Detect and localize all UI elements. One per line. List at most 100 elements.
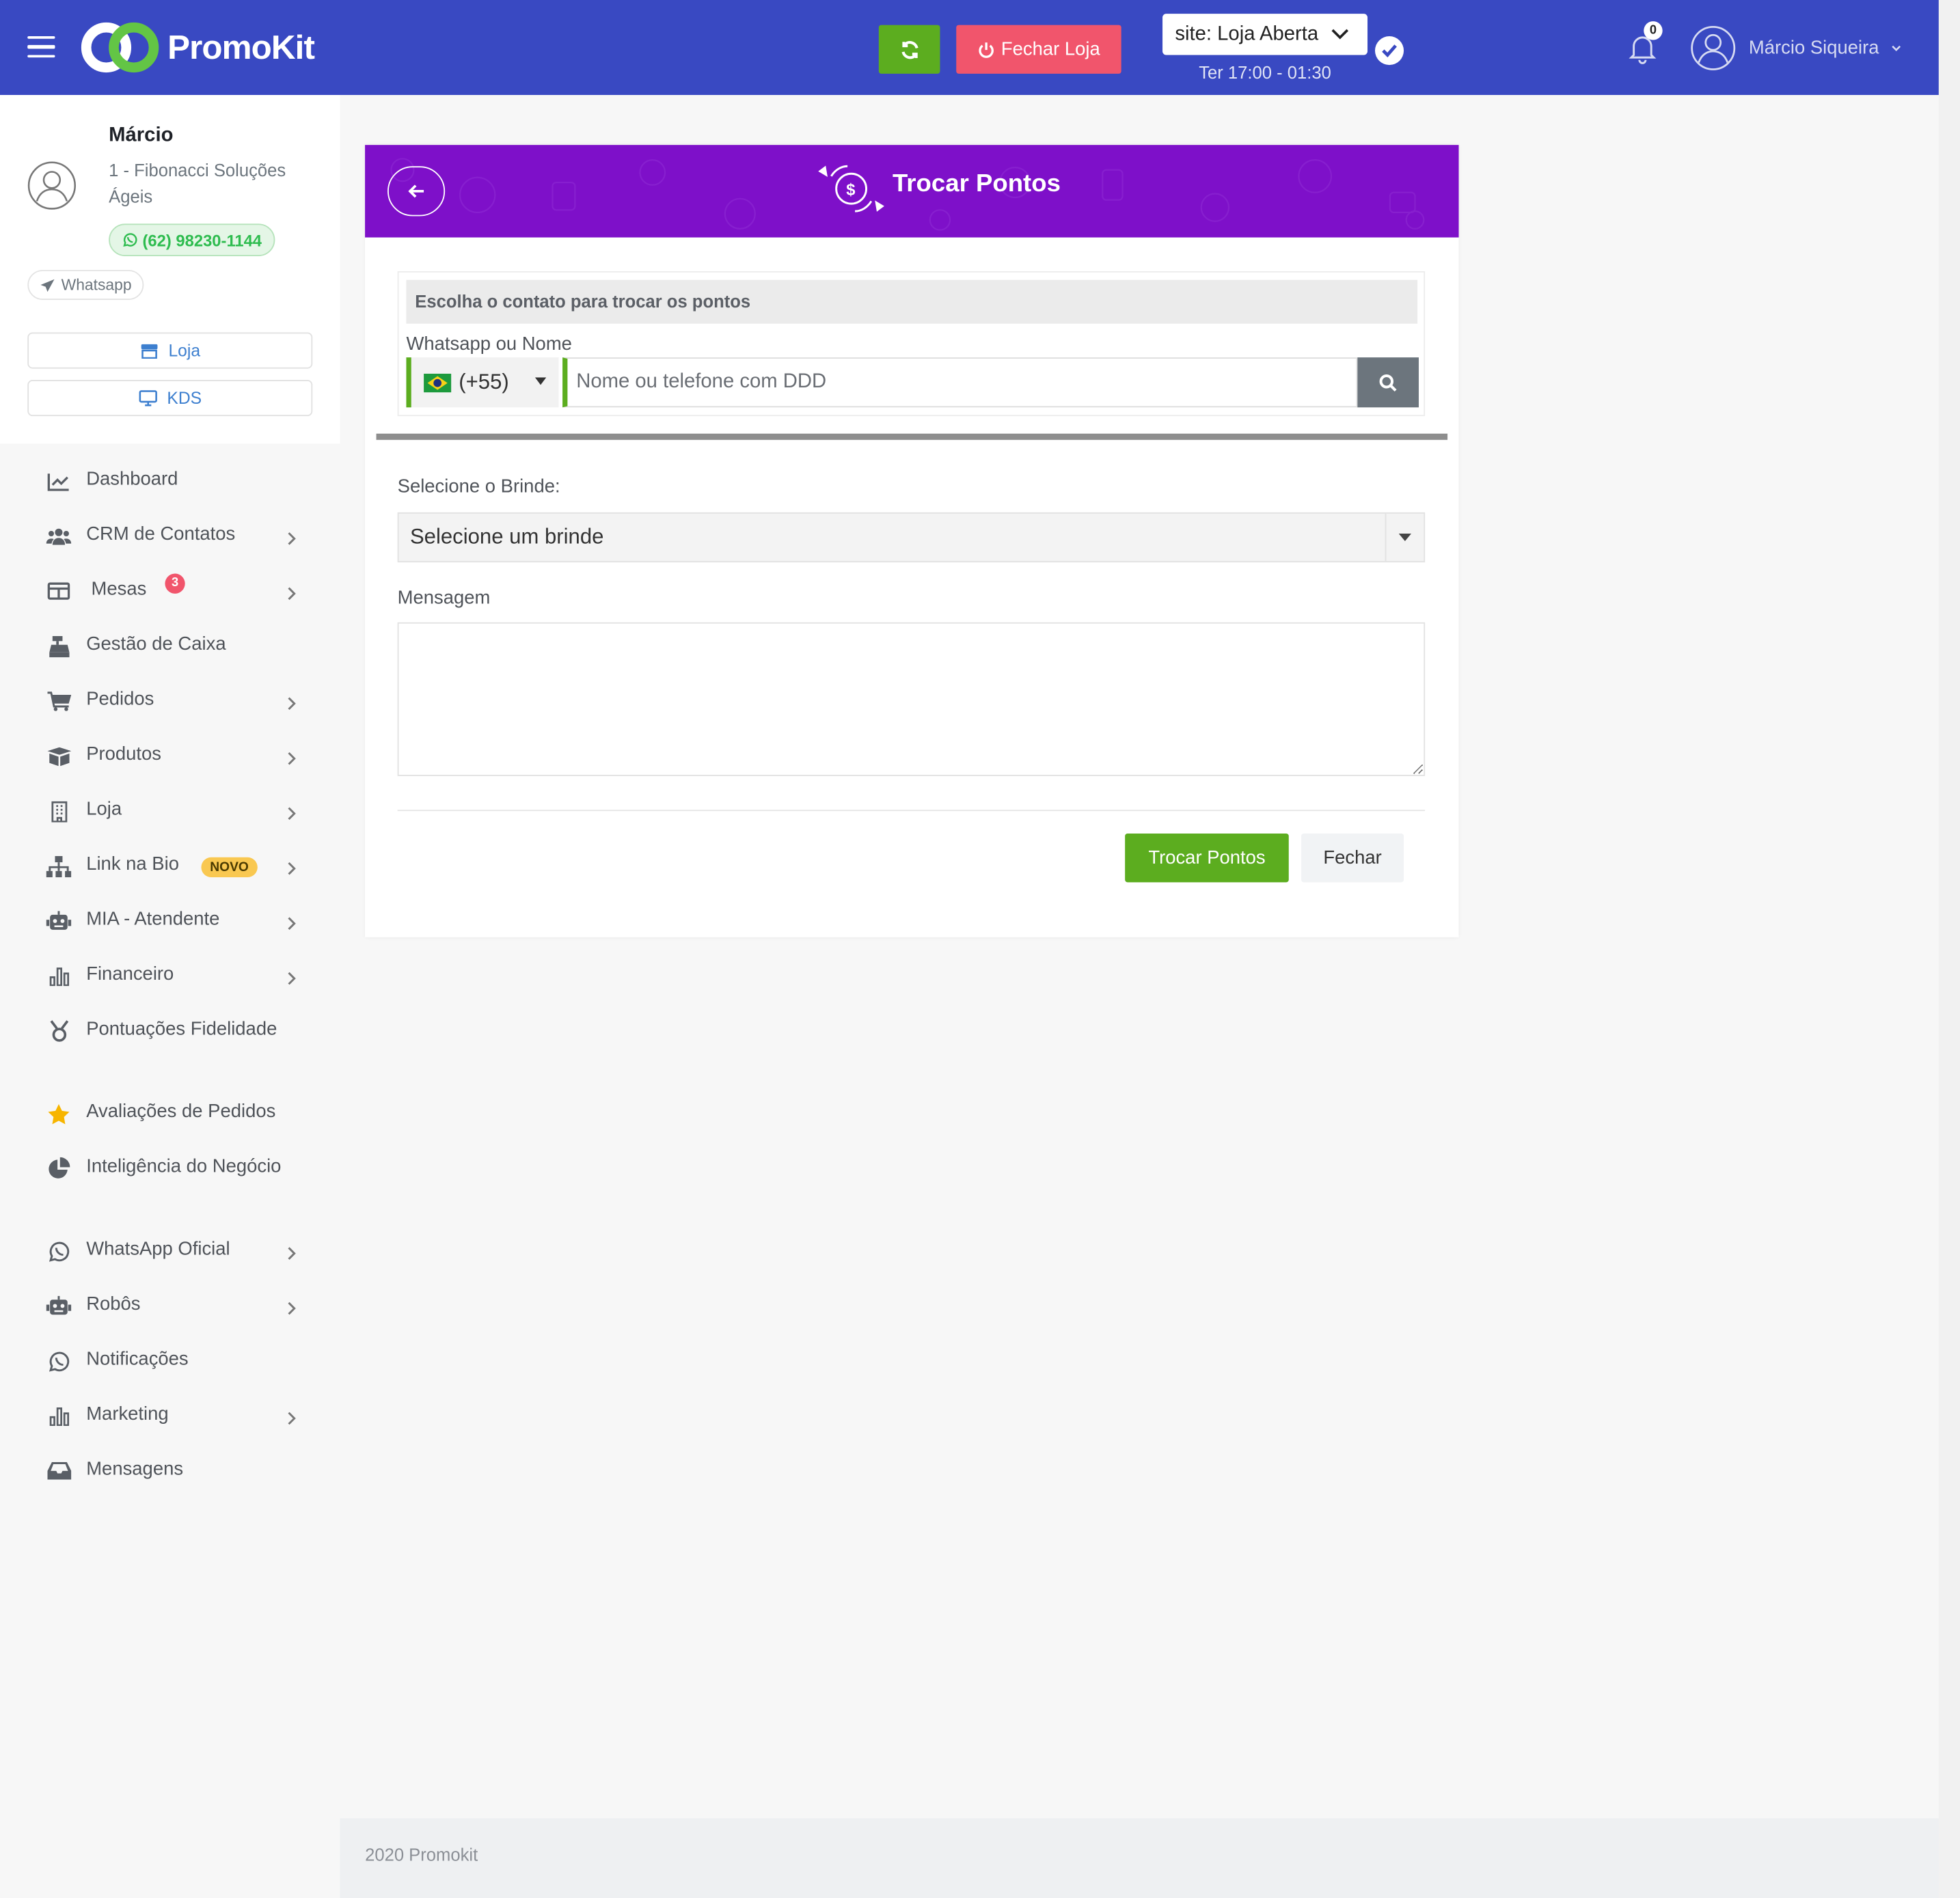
close-store-label: Fechar Loja xyxy=(1001,38,1100,60)
power-icon xyxy=(979,42,994,57)
sidebar-item-label: Pontuações Fidelidade xyxy=(86,1018,277,1040)
trocar-pontos-card: $ Trocar Pontos Escolha o contato para t… xyxy=(365,145,1459,937)
trocar-pontos-button[interactable]: Trocar Pontos xyxy=(1125,833,1289,883)
search-button[interactable] xyxy=(1357,357,1419,408)
sidebar-item-crm-de-contatos[interactable]: CRM de Contatos xyxy=(0,519,340,568)
message-label: Mensagem xyxy=(397,587,491,609)
sidebar-item-pontuacoes-fidelidade[interactable]: Pontuações Fidelidade xyxy=(0,1013,340,1078)
whatsapp-icon xyxy=(123,233,137,247)
caret-down-icon xyxy=(534,377,547,385)
sidebar-item-dashboard[interactable]: Dashboard xyxy=(0,464,340,514)
exchange-coin-icon: $ xyxy=(818,165,884,212)
chevron-right-icon xyxy=(286,695,299,711)
scroll-gutter xyxy=(1938,0,1960,1898)
site-status-label: site: Loja Aberta xyxy=(1175,23,1319,44)
brand-logo[interactable]: PromoKit xyxy=(80,21,315,74)
back-button[interactable] xyxy=(387,166,446,217)
sidebar-item-mensagens[interactable]: Mensagens xyxy=(0,1453,340,1503)
brazil-flag-icon xyxy=(424,372,452,392)
sidebar: Márcio 1 - Fibonacci Soluções Ágeis (62)… xyxy=(0,95,340,1898)
sidebar-item-label: Avaliações de Pedidos xyxy=(86,1101,276,1123)
inbox-icon xyxy=(46,1459,72,1482)
section-divider xyxy=(376,433,1448,440)
brinde-select[interactable]: Selecione um brinde xyxy=(397,512,1426,563)
country-code-value: (+55) xyxy=(459,370,509,394)
table-icon xyxy=(46,580,72,603)
profile-company: 1 - Fibonacci Soluções Ágeis xyxy=(109,160,286,206)
user-menu[interactable]: Márcio Siqueira xyxy=(1690,25,1902,72)
sidebar-item-financeiro[interactable]: Financeiro xyxy=(0,959,340,1008)
footer-copyright: 2020 Promokit xyxy=(365,1844,478,1865)
chevron-right-icon xyxy=(286,915,299,930)
chevron-right-icon xyxy=(286,969,299,985)
chevron-right-icon xyxy=(286,1299,299,1315)
channel-badge[interactable]: Whatsapp xyxy=(27,270,144,300)
sidebar-menu: Dashboard CRM de Contatos Mesas 3 Gestão de … xyxy=(0,443,340,1898)
form-divider xyxy=(397,810,1426,812)
message-textarea[interactable] xyxy=(397,622,1426,776)
sidebar-item-inteligencia-do-negocio[interactable]: Inteligência do Negócio xyxy=(0,1151,340,1216)
sidebar-item-loja[interactable]: Loja xyxy=(0,793,340,843)
sidebar-item-robos[interactable]: Robôs xyxy=(0,1289,340,1338)
sidebar-item-whatsapp-oficial[interactable]: WhatsApp Oficial xyxy=(0,1233,340,1283)
bar-chart-icon xyxy=(46,965,72,987)
profile-phone-badge[interactable]: (62) 98230-1144 xyxy=(109,223,276,256)
whatsapp-icon xyxy=(46,1349,72,1372)
close-store-button[interactable]: Fechar Loja xyxy=(956,25,1121,74)
star-icon xyxy=(46,1102,72,1125)
sidebar-item-label: Link na Bio xyxy=(86,853,179,875)
card-header: $ Trocar Pontos xyxy=(365,145,1459,238)
sidebar-item-notificacoes[interactable]: Notificações xyxy=(0,1343,340,1393)
sidebar-item-gestao-de-caixa[interactable]: Gestão de Caixa xyxy=(0,629,340,678)
sidebar-item-produtos[interactable]: Produtos xyxy=(0,739,340,788)
brinde-label: Selecione o Brinde: xyxy=(397,476,560,497)
sidebar-item-label: Robôs xyxy=(86,1293,141,1315)
sidebar-item-label: Dashboard xyxy=(86,468,178,491)
channel-label: Whatsapp xyxy=(61,276,132,294)
sidebar-item-label: Mensagens xyxy=(86,1458,184,1480)
check-circle-icon xyxy=(1374,36,1404,66)
store-icon xyxy=(141,343,157,359)
site-status-dropdown[interactable]: site: Loja Aberta xyxy=(1162,14,1368,55)
sidebar-item-label: Produtos xyxy=(86,743,162,765)
sidebar-item-label: Mesas xyxy=(91,578,147,600)
cart-icon xyxy=(46,690,72,713)
kds-button[interactable]: KDS xyxy=(27,380,313,417)
store-button[interactable]: Loja xyxy=(27,332,313,369)
chevron-right-icon xyxy=(286,749,299,765)
profile-name: Márcio xyxy=(109,124,174,147)
chevron-right-icon xyxy=(286,530,299,545)
sidebar-item-mesas[interactable]: Mesas 3 xyxy=(0,573,340,624)
contact-section-header: Escolha o contato para trocar os pontos xyxy=(406,279,1418,324)
cash-register-icon xyxy=(46,635,72,657)
paper-plane-icon xyxy=(40,278,55,292)
contact-search-input[interactable] xyxy=(562,357,1358,408)
sidebar-item-label: Marketing xyxy=(86,1403,169,1425)
mesas-count-badge: 3 xyxy=(165,573,185,594)
refresh-button[interactable] xyxy=(878,25,940,74)
sidebar-item-label: Gestão de Caixa xyxy=(86,633,226,655)
sidebar-item-link-na-bio[interactable]: Link na Bio NOVO xyxy=(0,849,340,898)
profile-phone: (62) 98230-1144 xyxy=(142,230,262,249)
notifications-count-badge: 0 xyxy=(1644,21,1663,40)
user-name: Márcio Siqueira xyxy=(1748,37,1879,59)
sidebar-item-label: WhatsApp Oficial xyxy=(86,1238,230,1260)
sidebar-item-mia-atendente[interactable]: MIA - Atendente xyxy=(0,903,340,953)
sidebar-item-avaliacoes-de-pedidos[interactable]: Avaliações de Pedidos xyxy=(0,1096,340,1146)
caret-down-icon[interactable] xyxy=(1385,513,1424,562)
sidebar-item-label: Loja xyxy=(86,798,122,820)
store-button-label: Loja xyxy=(168,341,201,360)
sidebar-item-label: Inteligência do Negócio xyxy=(86,1155,282,1177)
sidebar-item-label: Financeiro xyxy=(86,963,174,985)
arrow-left-icon xyxy=(408,184,424,198)
chevron-right-icon xyxy=(286,1409,299,1425)
close-button[interactable]: Fechar xyxy=(1301,833,1404,883)
menu-toggle-icon[interactable] xyxy=(27,36,55,58)
country-code-select[interactable]: (+55) xyxy=(406,357,559,408)
sidebar-item-pedidos[interactable]: Pedidos xyxy=(0,684,340,734)
user-avatar-icon xyxy=(1691,25,1736,70)
sidebar-item-marketing[interactable]: Marketing xyxy=(0,1399,340,1448)
robot-icon xyxy=(46,910,72,933)
refresh-icon xyxy=(901,40,918,59)
chevron-right-icon xyxy=(286,859,299,875)
